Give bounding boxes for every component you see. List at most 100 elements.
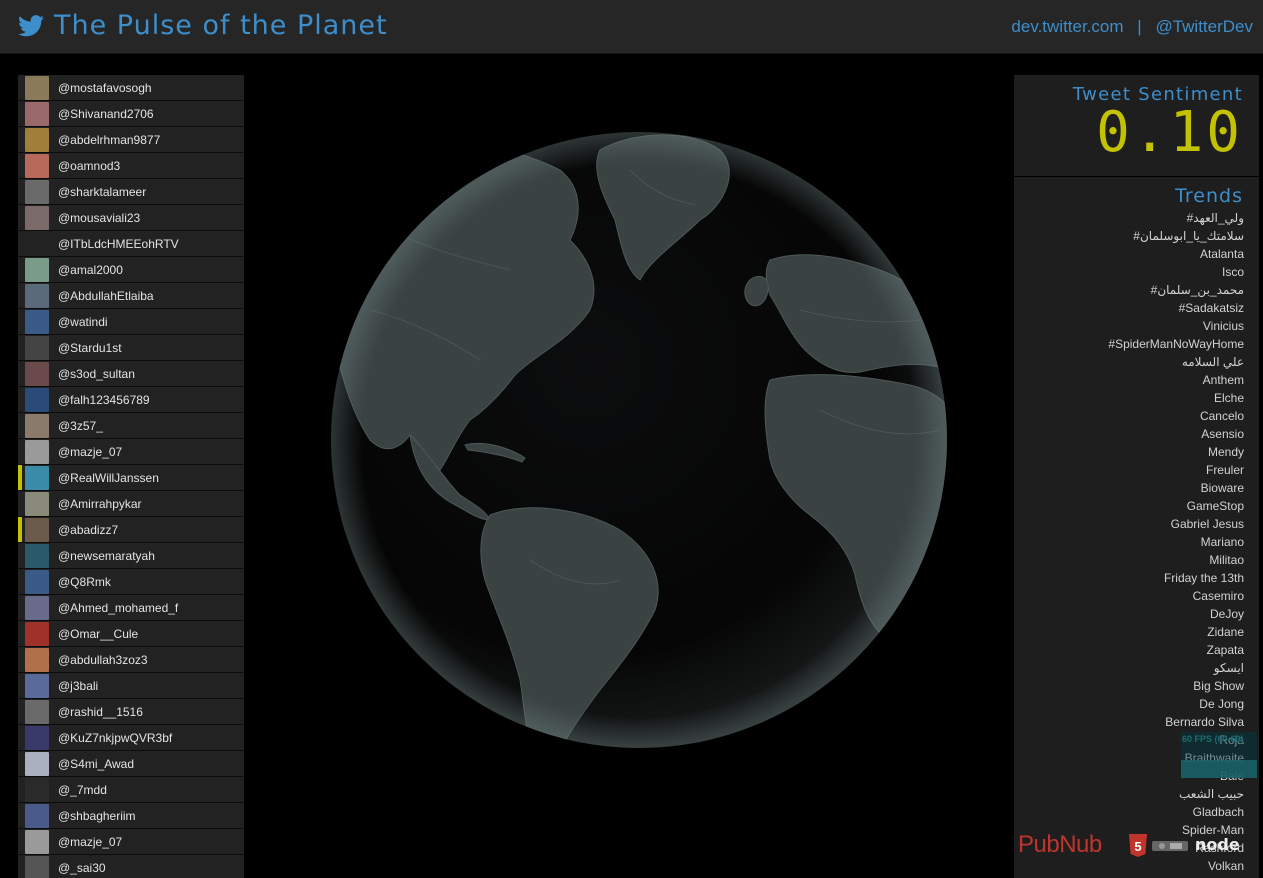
trend-item[interactable]: Gabriel Jesus: [1014, 515, 1244, 533]
user-handle[interactable]: @mostafavosogh: [58, 81, 152, 95]
trend-item[interactable]: #Sadakatsiz: [1014, 299, 1244, 317]
user-handle[interactable]: @abdullah3zoz3: [58, 653, 148, 667]
trend-item[interactable]: Isco: [1014, 263, 1244, 281]
user-handle[interactable]: @j3bali: [58, 679, 98, 693]
user-row[interactable]: @newsemaratyah: [18, 543, 244, 569]
user-handle[interactable]: @mazje_07: [58, 835, 122, 849]
user-row[interactable]: @Ahmed_mohamed_f: [18, 595, 244, 621]
user-handle[interactable]: @shbagheriim: [58, 809, 136, 823]
user-row[interactable]: @shbagheriim: [18, 803, 244, 829]
user-row[interactable]: @Stardu1st: [18, 335, 244, 361]
user-handle[interactable]: @AbdullahEtlaiba: [58, 289, 154, 303]
user-handle[interactable]: @S4mi_Awad: [58, 757, 134, 771]
user-row[interactable]: @ITbLdcHMEEohRTV: [18, 231, 244, 257]
user-row[interactable]: @KuZ7nkjpwQVR3bf: [18, 725, 244, 751]
trend-item[interactable]: Mendy: [1014, 443, 1244, 461]
user-row[interactable]: @abadizz7: [18, 517, 244, 543]
user-row[interactable]: @j3bali: [18, 673, 244, 699]
user-handle[interactable]: @s3od_sultan: [58, 367, 135, 381]
dev-twitter-link[interactable]: dev.twitter.com: [1011, 17, 1123, 36]
trend-item[interactable]: ايسكو: [1014, 659, 1244, 677]
user-row[interactable]: @oamnod3: [18, 153, 244, 179]
user-handle[interactable]: @amal2000: [58, 263, 123, 277]
user-handle[interactable]: @newsemaratyah: [58, 549, 155, 563]
trend-item[interactable]: حبيب الشعب: [1014, 785, 1244, 803]
user-handle[interactable]: @sharktalameer: [58, 185, 146, 199]
trend-item[interactable]: Casemiro: [1014, 587, 1244, 605]
user-handle[interactable]: @RealWillJanssen: [58, 471, 159, 485]
trend-item[interactable]: #ولي_العهد: [1014, 209, 1244, 227]
user-row[interactable]: @watindi: [18, 309, 244, 335]
trend-item[interactable]: Bernardo Silva: [1014, 713, 1244, 731]
user-handle[interactable]: @mousaviali23: [58, 211, 140, 225]
user-handle[interactable]: @watindi: [58, 315, 108, 329]
trend-item[interactable]: علي السلامه: [1014, 353, 1244, 371]
trend-item[interactable]: Gladbach: [1014, 803, 1244, 821]
trend-item[interactable]: Anthem: [1014, 371, 1244, 389]
user-row[interactable]: @amal2000: [18, 257, 244, 283]
trend-item[interactable]: Elche: [1014, 389, 1244, 407]
user-row[interactable]: @3z57_: [18, 413, 244, 439]
user-handle[interactable]: @oamnod3: [58, 159, 120, 173]
user-row[interactable]: @mousaviali23: [18, 205, 244, 231]
trend-item[interactable]: #محمد_بن_سلمان: [1014, 281, 1244, 299]
globe-view[interactable]: [300, 110, 980, 770]
trend-item[interactable]: Asensio: [1014, 425, 1244, 443]
user-row[interactable]: @Omar__Cule: [18, 621, 244, 647]
user-row[interactable]: @rashid__1516: [18, 699, 244, 725]
user-handle[interactable]: @mazje_07: [58, 445, 122, 459]
user-handle[interactable]: @Ahmed_mohamed_f: [58, 601, 178, 615]
user-handle[interactable]: @Amirrahpykar: [58, 497, 142, 511]
trend-item[interactable]: De Jong: [1014, 695, 1244, 713]
pubnub-logo[interactable]: PubNub: [1018, 831, 1102, 859]
user-row[interactable]: @abdullah3zoz3: [18, 647, 244, 673]
user-handle[interactable]: @abadizz7: [58, 523, 118, 537]
user-row[interactable]: @mazje_07: [18, 829, 244, 855]
trend-item[interactable]: Big Show: [1014, 677, 1244, 695]
twitterdev-link[interactable]: @TwitterDev: [1155, 17, 1253, 36]
user-handle[interactable]: @abdelrhman9877: [58, 133, 160, 147]
user-handle[interactable]: @falh123456789: [58, 393, 150, 407]
user-list[interactable]: @mostafavosogh @Shivanand2706 @abdelrhman9…: [18, 75, 244, 878]
user-handle[interactable]: @_sai30: [58, 861, 106, 875]
user-handle[interactable]: @3z57_: [58, 419, 103, 433]
user-handle[interactable]: @Shivanand2706: [58, 107, 154, 121]
trend-item[interactable]: DeJoy: [1014, 605, 1244, 623]
user-handle[interactable]: @ITbLdcHMEEohRTV: [58, 237, 179, 251]
user-row[interactable]: @falh123456789: [18, 387, 244, 413]
trend-item[interactable]: Friday the 13th: [1014, 569, 1244, 587]
user-handle[interactable]: @KuZ7nkjpwQVR3bf: [58, 731, 172, 745]
trend-item[interactable]: Freuler: [1014, 461, 1244, 479]
trend-item[interactable]: Cancelo: [1014, 407, 1244, 425]
earth-globe[interactable]: [300, 110, 980, 770]
user-handle[interactable]: @Stardu1st: [58, 341, 122, 355]
trend-item[interactable]: Militao: [1014, 551, 1244, 569]
user-row[interactable]: @AbdullahEtlaiba: [18, 283, 244, 309]
trend-item[interactable]: #سلامتك_يا_ابوسلمان: [1014, 227, 1244, 245]
user-row[interactable]: @mazje_07: [18, 439, 244, 465]
user-handle[interactable]: @Q8Rmk: [58, 575, 111, 589]
user-row[interactable]: @_7mdd: [18, 777, 244, 803]
trend-item[interactable]: Mariano: [1014, 533, 1244, 551]
user-handle[interactable]: @_7mdd: [58, 783, 107, 797]
user-row[interactable]: @Shivanand2706: [18, 101, 244, 127]
trend-item[interactable]: Atalanta: [1014, 245, 1244, 263]
user-row[interactable]: @Amirrahpykar: [18, 491, 244, 517]
fps-meter[interactable]: 60 FPS (60-60): [1181, 732, 1257, 778]
trend-item[interactable]: GameStop: [1014, 497, 1244, 515]
user-row[interactable]: @S4mi_Awad: [18, 751, 244, 777]
user-row[interactable]: @Q8Rmk: [18, 569, 244, 595]
trend-item[interactable]: Zidane: [1014, 623, 1244, 641]
user-handle[interactable]: @Omar__Cule: [58, 627, 138, 641]
trend-item[interactable]: Bioware: [1014, 479, 1244, 497]
user-row[interactable]: @RealWillJanssen: [18, 465, 244, 491]
trend-item[interactable]: Vinicius: [1014, 317, 1244, 335]
trend-item[interactable]: Zapata: [1014, 641, 1244, 659]
user-row[interactable]: @s3od_sultan: [18, 361, 244, 387]
user-handle[interactable]: @rashid__1516: [58, 705, 143, 719]
user-row[interactable]: @mostafavosogh: [18, 75, 244, 101]
user-row[interactable]: @abdelrhman9877: [18, 127, 244, 153]
user-row[interactable]: @_sai30: [18, 855, 244, 878]
trend-item[interactable]: #SpiderManNoWayHome: [1014, 335, 1244, 353]
user-row[interactable]: @sharktalameer: [18, 179, 244, 205]
